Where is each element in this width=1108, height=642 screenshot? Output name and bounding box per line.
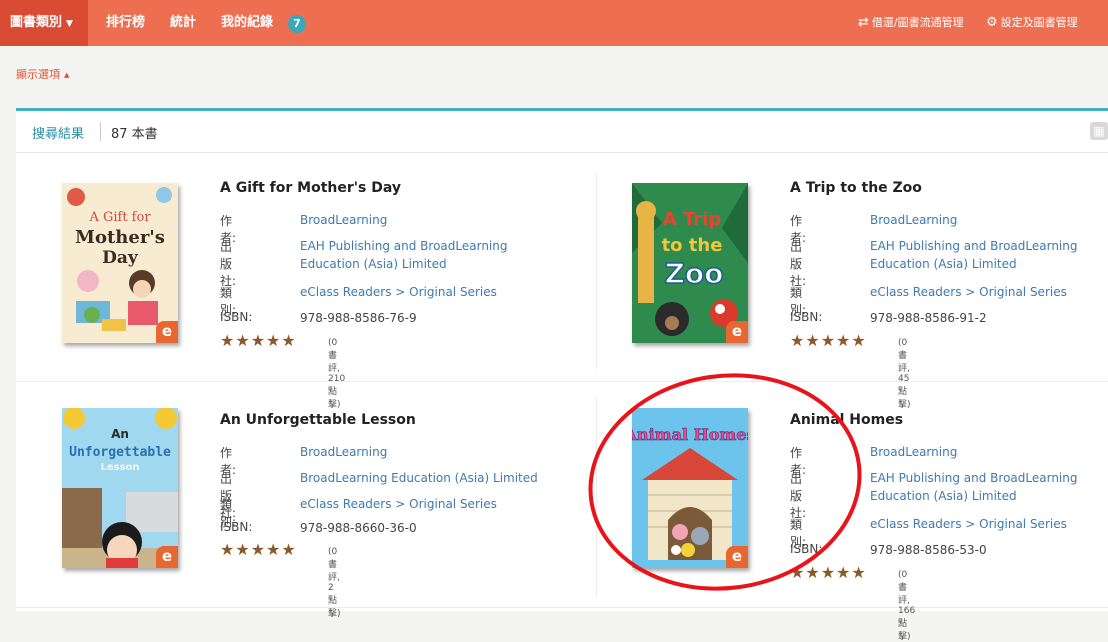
cover-title-line2: Unforgettable [69, 445, 171, 460]
publisher-label: 出版社: [790, 240, 807, 288]
rating-stars: ★★★★★ [790, 563, 867, 582]
isbn-value: 978-988-8586-91-2 [870, 311, 987, 325]
book-title[interactable]: Animal Homes [790, 412, 903, 428]
nav-statistics[interactable]: 統計 [170, 0, 196, 46]
cover-title-line1: A Trip [663, 209, 722, 230]
book-cover-gift[interactable]: A Gift for Mother's Day e [62, 183, 178, 343]
author-link[interactable]: BroadLearning [300, 211, 540, 229]
rating-stats: (0 書評, 166 點擊) [898, 570, 916, 642]
grid-view-icon[interactable]: ▦ [1090, 122, 1108, 140]
search-results-label: 搜尋結果 [32, 127, 85, 142]
book-cover-lesson[interactable]: An Unforgettable Lesson e [62, 408, 178, 568]
book-title[interactable]: A Gift for Mother's Day [220, 180, 401, 196]
book-category-label: 圖書類別 [10, 15, 63, 30]
search-results-panel: 搜尋結果 87 本書 ▦ A Gift for Mother's Day e A… [16, 108, 1108, 642]
cover-title-line3: Lesson [100, 462, 139, 473]
header-divider [100, 122, 101, 141]
column-divider [596, 397, 597, 597]
isbn-label: ISBN: [790, 310, 823, 324]
category-link[interactable]: eClass Readers > Original Series [870, 283, 1108, 301]
category-link[interactable]: eClass Readers > Original Series [300, 283, 540, 301]
display-options-toggle[interactable]: 顯示選項 ▲ [16, 66, 69, 82]
author-link[interactable]: BroadLearning [870, 443, 1108, 461]
circulation-label: 借還/圖書流通管理 [871, 16, 964, 29]
book-title[interactable]: An Unforgettable Lesson [220, 412, 416, 428]
book-category-menu[interactable]: 圖書類別 ▼ [0, 0, 88, 46]
cover-title-line3: Zoo [665, 257, 724, 290]
rating-stats: (0 書評, 2 點擊) [328, 547, 341, 619]
settings-label: 設定及圖書管理 [1000, 16, 1078, 29]
exchange-icon: ⇄ [858, 15, 869, 30]
author-link[interactable]: BroadLearning [870, 211, 1108, 229]
circulation-management-link[interactable]: ⇄ 借還/圖書流通管理 [858, 0, 964, 46]
column-divider [596, 173, 597, 369]
rating-stars: ★★★★★ [220, 540, 297, 559]
publisher-label: 出版社: [220, 240, 237, 288]
cover-title-line1: A Gift for [88, 210, 151, 225]
book-title[interactable]: A Trip to the Zoo [790, 180, 922, 196]
eclass-logo: e [726, 546, 748, 568]
gear-icon: ⚙ [986, 15, 998, 30]
book-cover-zoo[interactable]: A Trip to the Zoo e [632, 183, 748, 343]
cover-title-line2: Mother's [75, 227, 165, 248]
publisher-link[interactable]: EAH Publishing and BroadLearning Educati… [300, 237, 540, 273]
rating-stars: ★★★★★ [790, 331, 867, 350]
cover-title-line1: Animal Homes [632, 425, 748, 444]
publisher-link[interactable]: EAH Publishing and BroadLearning Educati… [870, 469, 1108, 505]
results-header: 搜尋結果 87 本書 ▦ [16, 111, 1108, 153]
eclass-logo: e [156, 546, 178, 568]
settings-management-link[interactable]: ⚙ 設定及圖書管理 [986, 0, 1078, 46]
isbn-label: ISBN: [220, 520, 253, 534]
display-options-label: 顯示選項 [16, 68, 60, 81]
eclass-logo: e [726, 321, 748, 343]
cover-title-line3: Day [102, 248, 139, 268]
cover-title-line2: to the [662, 235, 723, 256]
publisher-link[interactable]: EAH Publishing and BroadLearning Educati… [870, 237, 1108, 273]
nav-ranking[interactable]: 排行榜 [106, 0, 145, 46]
isbn-value: 978-988-8586-53-0 [870, 543, 987, 557]
publisher-link[interactable]: BroadLearning Education (Asia) Limited [300, 469, 600, 487]
eclass-logo: e [156, 321, 178, 343]
category-link[interactable]: eClass Readers > Original Series [300, 495, 540, 513]
rating-stars: ★★★★★ [220, 331, 297, 350]
book-cover-homes[interactable]: Animal Homes e [632, 408, 748, 568]
row-divider [16, 381, 1108, 382]
top-navigation-bar: 圖書類別 ▼ 排行榜 統計 我的紀錄 7 ⇄ 借還/圖書流通管理 ⚙ 設定及圖書管理 [0, 0, 1108, 46]
results-count: 87 本書 [111, 127, 158, 142]
rating-stats: (0 書評, 210 點擊) [328, 338, 346, 410]
cover-title-line1: An [111, 427, 129, 441]
nav-my-records[interactable]: 我的紀錄 [221, 0, 273, 46]
isbn-label: ISBN: [790, 542, 823, 556]
category-link[interactable]: eClass Readers > Original Series [870, 515, 1108, 533]
isbn-value: 978-988-8586-76-9 [300, 311, 417, 325]
author-link[interactable]: BroadLearning [300, 443, 540, 461]
rating-stats: (0 書評, 45 點擊) [898, 338, 911, 410]
chevron-down-icon: ▼ [66, 19, 73, 29]
isbn-label: ISBN: [220, 310, 253, 324]
records-count-badge: 7 [288, 15, 306, 33]
caret-up-icon: ▲ [64, 71, 70, 79]
publisher-label: 出版社: [790, 472, 807, 520]
isbn-value: 978-988-8660-36-0 [300, 521, 417, 535]
